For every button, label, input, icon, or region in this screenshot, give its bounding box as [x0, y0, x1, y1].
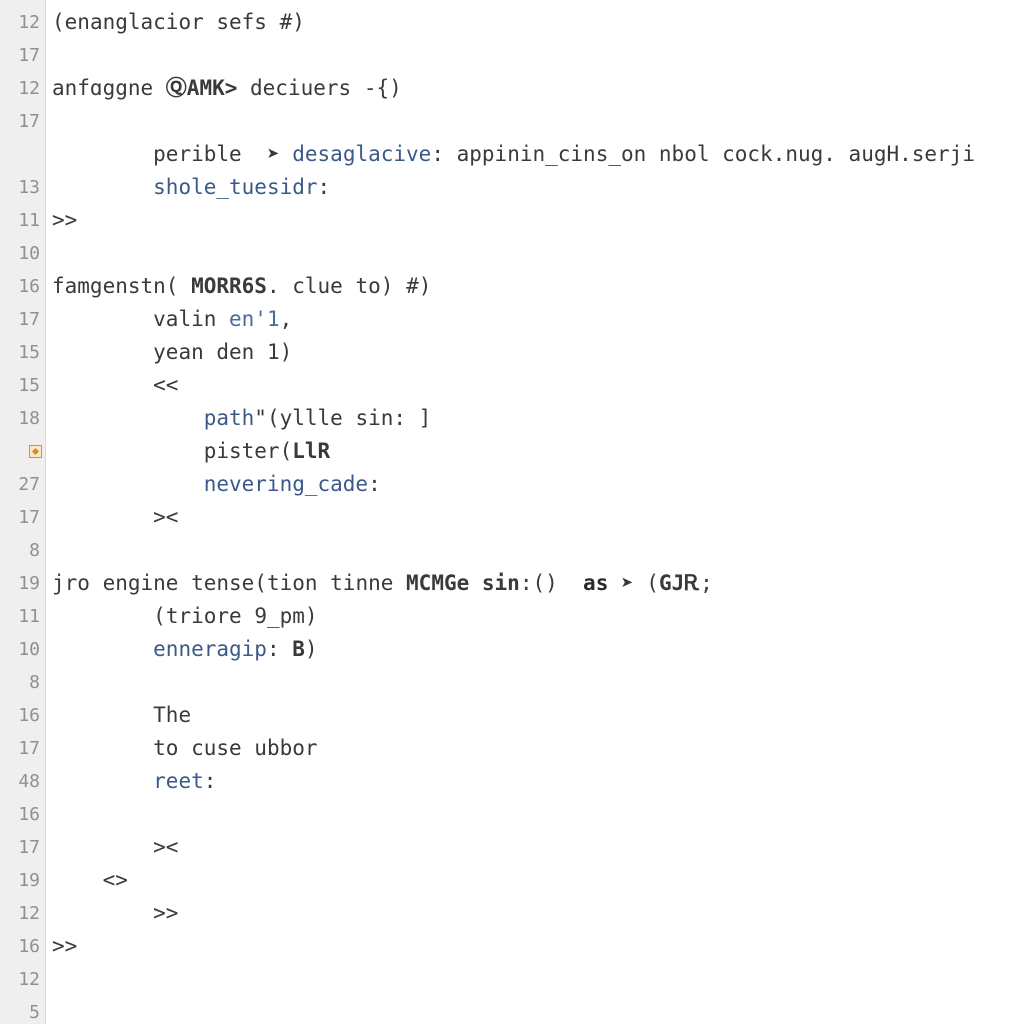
- line-number: 16: [0, 270, 45, 303]
- code-line[interactable]: (triore 9_pm): [52, 600, 1024, 633]
- line-number: 16: [0, 798, 45, 831]
- code-line[interactable]: <<: [52, 369, 1024, 402]
- code-line[interactable]: nevering_cade:: [52, 468, 1024, 501]
- line-number: 8: [0, 534, 45, 567]
- line-number: 11: [0, 204, 45, 237]
- line-number: [0, 138, 45, 171]
- line-number: 10: [0, 237, 45, 270]
- line-number: 27: [0, 468, 45, 501]
- code-line[interactable]: >>: [52, 204, 1024, 237]
- code-editor[interactable]: (enanglacior sefs #) anfɑggne ⓆAMK> deciu…: [46, 0, 1024, 1024]
- line-number: 17: [0, 105, 45, 138]
- code-line[interactable]: enneragip: B): [52, 633, 1024, 666]
- code-line[interactable]: [52, 534, 1024, 567]
- code-line[interactable]: famgenstn( MORR6S. clue to) #): [52, 270, 1024, 303]
- line-number: 18: [0, 402, 45, 435]
- code-line[interactable]: path"(yllle sin: ]: [52, 402, 1024, 435]
- line-number: 13: [0, 171, 45, 204]
- line-number: 19: [0, 864, 45, 897]
- line-number: 48: [0, 765, 45, 798]
- line-number: 12: [0, 72, 45, 105]
- code-line[interactable]: <>: [52, 864, 1024, 897]
- code-line[interactable]: anfɑggne ⓆAMK> deciuers -{): [52, 72, 1024, 105]
- line-number: 11: [0, 600, 45, 633]
- line-number: 12: [0, 897, 45, 930]
- line-number: 12: [0, 963, 45, 996]
- code-line[interactable]: valin en'1,: [52, 303, 1024, 336]
- code-line[interactable]: ><: [52, 501, 1024, 534]
- line-number: 17: [0, 831, 45, 864]
- code-line[interactable]: [52, 666, 1024, 699]
- line-number: 16: [0, 930, 45, 963]
- line-number: 15: [0, 369, 45, 402]
- code-line[interactable]: The: [52, 699, 1024, 732]
- line-number: 17: [0, 501, 45, 534]
- line-number: 17: [0, 303, 45, 336]
- code-line[interactable]: [52, 798, 1024, 831]
- line-number-gutter: 1217121713111016171515182717819111081617…: [0, 0, 46, 1024]
- code-line[interactable]: (enanglacior sefs #): [52, 6, 1024, 39]
- code-line[interactable]: [52, 963, 1024, 996]
- code-line[interactable]: jro engine tense(tion tinne MCMGe sin:()…: [52, 567, 1024, 600]
- code-line[interactable]: shole_tuesidr:: [52, 171, 1024, 204]
- line-number: 17: [0, 39, 45, 72]
- breakpoint-marker-icon[interactable]: [29, 445, 42, 458]
- line-number: 15: [0, 336, 45, 369]
- line-number: 16: [0, 699, 45, 732]
- code-line[interactable]: ><: [52, 831, 1024, 864]
- code-line[interactable]: pister(LlR: [52, 435, 1024, 468]
- code-line[interactable]: [52, 39, 1024, 72]
- line-number: 8: [0, 666, 45, 699]
- code-line[interactable]: reet:: [52, 765, 1024, 798]
- code-line[interactable]: perible ➤ desaglacive: appinin_cins_on n…: [52, 138, 1024, 171]
- line-number: 19: [0, 567, 45, 600]
- line-number: 5: [0, 996, 45, 1029]
- line-number: [0, 435, 45, 468]
- code-line[interactable]: yean den 1): [52, 336, 1024, 369]
- code-line[interactable]: >>: [52, 930, 1024, 963]
- line-number: 12: [0, 6, 45, 39]
- code-line[interactable]: [52, 237, 1024, 270]
- code-line[interactable]: >>: [52, 897, 1024, 930]
- line-number: 17: [0, 732, 45, 765]
- line-number: 10: [0, 633, 45, 666]
- code-line[interactable]: to cuse ubbor: [52, 732, 1024, 765]
- code-line[interactable]: [52, 105, 1024, 138]
